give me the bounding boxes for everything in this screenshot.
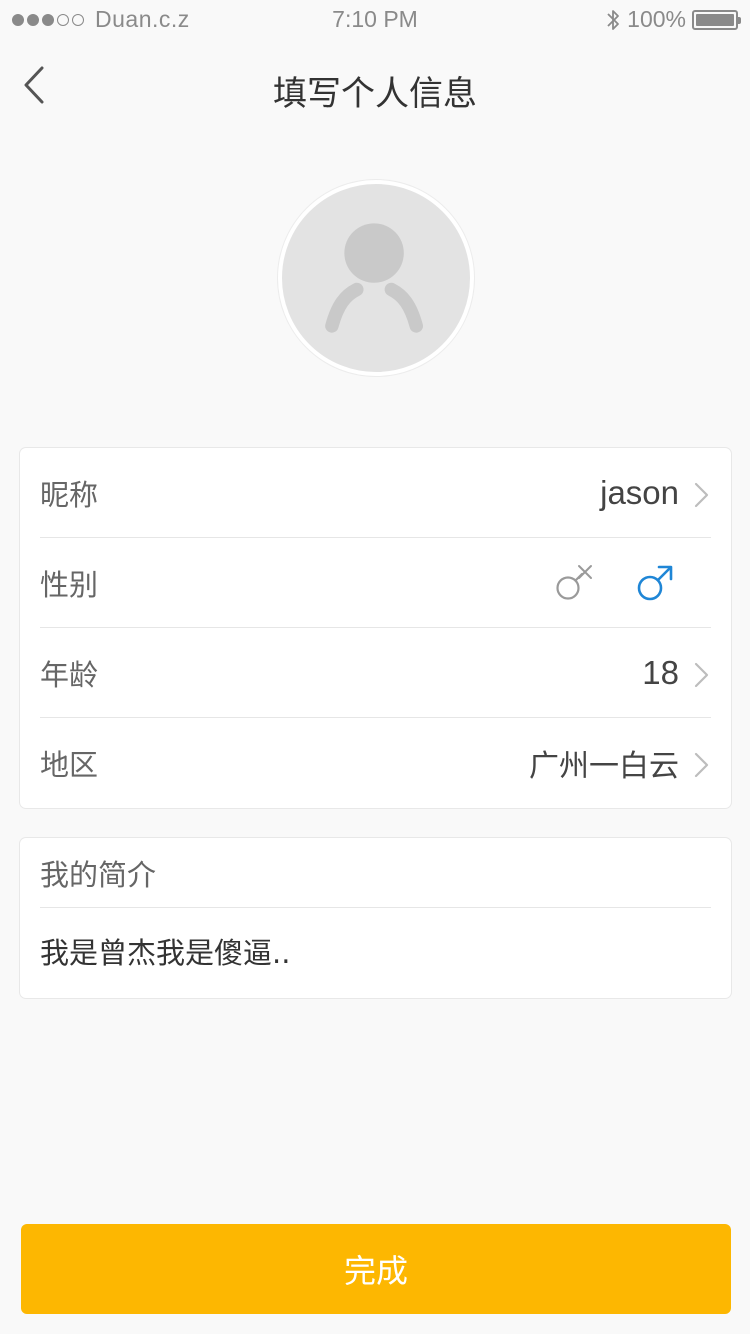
- gender-options: [555, 560, 675, 604]
- done-button[interactable]: 完成: [21, 1224, 731, 1314]
- region-label: 地区: [40, 748, 99, 782]
- bio-text[interactable]: 我是曾杰我是傻逼..: [40, 930, 731, 972]
- region-row[interactable]: 地区 广州一白云: [40, 718, 711, 808]
- battery-percent: 100%: [627, 6, 686, 32]
- chevron-right-icon: [694, 482, 709, 508]
- gender-label: 性别: [40, 567, 99, 602]
- nickname-label: 昵称: [40, 477, 99, 512]
- profile-info-card: 昵称 jason 性别 年龄 18 地区 广州一白云: [20, 448, 731, 808]
- nickname-value: jason: [600, 473, 679, 511]
- female-symbol-icon[interactable]: [555, 560, 595, 604]
- gender-row: 性别: [40, 538, 711, 628]
- nickname-row[interactable]: 昵称 jason: [40, 448, 711, 538]
- profile-edit-screen: Duan.c.z 7:10 PM 100% 填写个人信息 昵称 jason 性别…: [0, 0, 750, 1334]
- status-right: 100%: [605, 6, 741, 33]
- age-value: 18: [642, 653, 679, 691]
- default-avatar-icon: [325, 223, 423, 333]
- age-label: 年龄: [40, 657, 99, 692]
- navigation-bar: 填写个人信息: [0, 40, 750, 130]
- chevron-right-icon: [694, 662, 709, 688]
- region-value: 广州一白云: [529, 749, 679, 784]
- bio-header: 我的简介: [40, 838, 711, 908]
- battery-icon: [692, 9, 741, 30]
- status-bar: Duan.c.z 7:10 PM 100%: [0, 0, 750, 40]
- bio-card: 我的简介 我是曾杰我是傻逼..: [20, 838, 731, 998]
- bluetooth-icon: [607, 9, 620, 30]
- male-symbol-icon[interactable]: [635, 560, 675, 604]
- age-row[interactable]: 年龄 18: [40, 628, 711, 718]
- chevron-right-icon: [694, 752, 709, 778]
- page-title: 填写个人信息: [273, 74, 477, 114]
- battery-level: [696, 13, 734, 26]
- avatar[interactable]: [278, 180, 474, 376]
